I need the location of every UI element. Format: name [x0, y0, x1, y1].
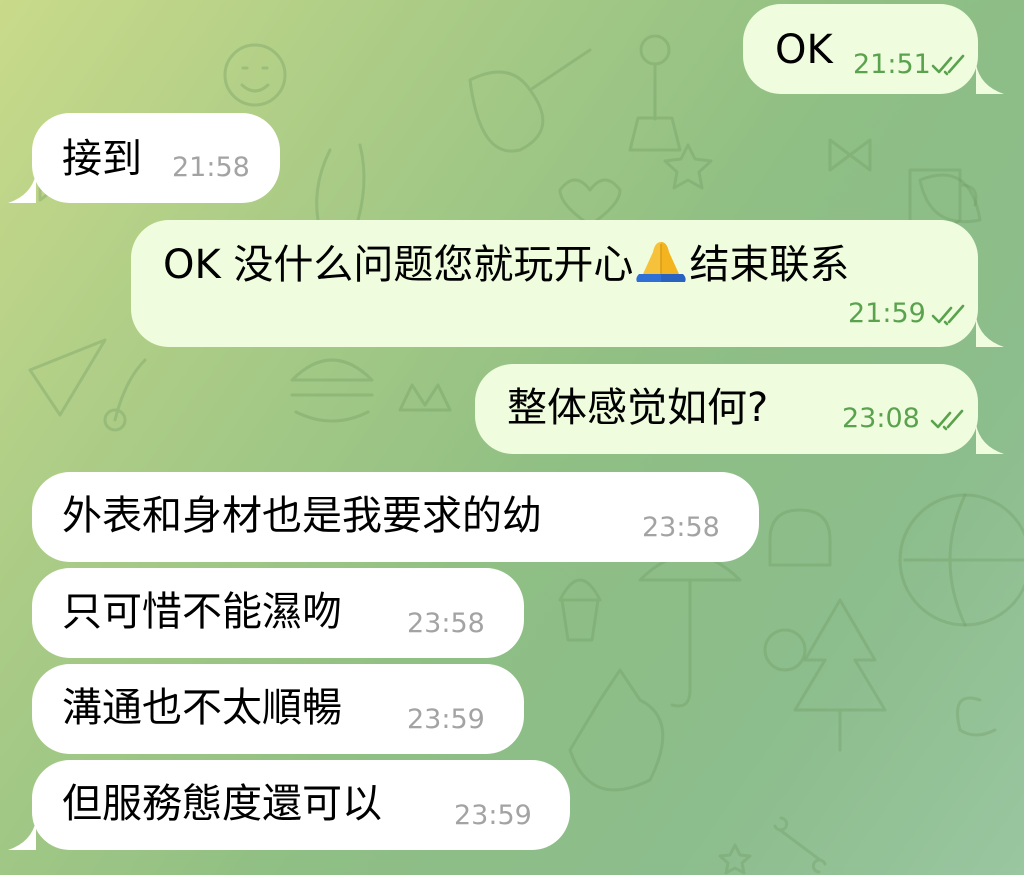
- message-timestamp: 23:58: [642, 512, 720, 543]
- folded-hands-icon: [636, 242, 687, 282]
- doodle-bottle-icon: [315, 143, 366, 232]
- doodle-umbrella-icon: [638, 553, 742, 708]
- bubble-tail: [976, 424, 1004, 454]
- message-timestamp: 23:58: [407, 608, 485, 639]
- doodle-cupcake-icon: [558, 578, 602, 642]
- doodle-leaf-icon: [918, 173, 982, 224]
- double-check-icon: [931, 54, 965, 76]
- message-text: 但服務態度還可以: [62, 781, 382, 827]
- double-check-icon: [931, 304, 965, 326]
- message-timestamp: 21:59: [848, 298, 926, 329]
- bubble-tail: [976, 317, 1004, 347]
- message-timestamp: 23:59: [407, 704, 485, 735]
- doodle-egg-icon: [763, 628, 807, 672]
- message-text: 整体感觉如何?: [507, 385, 769, 431]
- bubble-tail: [8, 173, 36, 203]
- message-bubble-outgoing[interactable]: OK 21:51: [743, 4, 978, 94]
- message-bubble-outgoing[interactable]: OK 没什么问题您就玩开心 结束联系 21:59: [131, 220, 978, 347]
- doodle-guitar-icon: [468, 48, 592, 153]
- message-timestamp: 21:51: [853, 49, 931, 80]
- message-text-part: 结束联系: [689, 242, 850, 288]
- doodle-stars-icon: [718, 843, 752, 875]
- message-text: 外表和身材也是我要求的幼: [62, 493, 542, 539]
- doodle-bow-icon: [828, 138, 872, 172]
- message-timestamp: 23:59: [454, 800, 532, 831]
- message-timestamp: 21:58: [172, 152, 250, 183]
- message-bubble-incoming[interactable]: 外表和身材也是我要求的幼 23:58: [32, 472, 759, 562]
- doodle-cherry-icon: [103, 358, 147, 432]
- message-text: 接到: [62, 136, 142, 182]
- doodle-smiley-icon: [223, 43, 287, 107]
- message-bubble-incoming[interactable]: 但服務態度還可以 23:59: [32, 760, 570, 850]
- doodle-bell-icon: [768, 508, 832, 567]
- doodle-fox-icon: [568, 668, 665, 792]
- doodle-mushroom-icon: [956, 696, 997, 737]
- doodle-heart-icon: [558, 178, 622, 227]
- message-timestamp: 23:08: [842, 403, 920, 434]
- doodle-flower-icon: [628, 34, 682, 152]
- doodle-crown-icon: [398, 383, 452, 412]
- message-text: 只可惜不能濕吻: [62, 589, 342, 635]
- bubble-tail: [8, 820, 36, 850]
- message-text: OK: [775, 27, 833, 73]
- double-check-icon: [930, 409, 964, 431]
- message-text-part: OK 没什么问题您就玩开心: [163, 242, 634, 288]
- message-bubble-incoming[interactable]: 溝通也不太順暢 23:59: [32, 664, 524, 754]
- message-bubble-incoming[interactable]: 接到 21:58: [32, 113, 280, 203]
- message-text: OK 没什么问题您就玩开心 结束联系: [163, 240, 849, 289]
- doodle-tree-icon: [793, 598, 887, 752]
- message-bubble-incoming[interactable]: 只可惜不能濕吻 23:58: [32, 568, 524, 658]
- message-text: 溝通也不太順暢: [62, 685, 342, 731]
- doodle-burger-icon: [290, 358, 374, 423]
- bubble-tail: [976, 64, 1004, 94]
- message-bubble-outgoing[interactable]: 整体感觉如何? 23:08: [475, 364, 978, 454]
- doodle-pizza-icon: [28, 338, 107, 417]
- doodle-bone-icon: [773, 816, 827, 874]
